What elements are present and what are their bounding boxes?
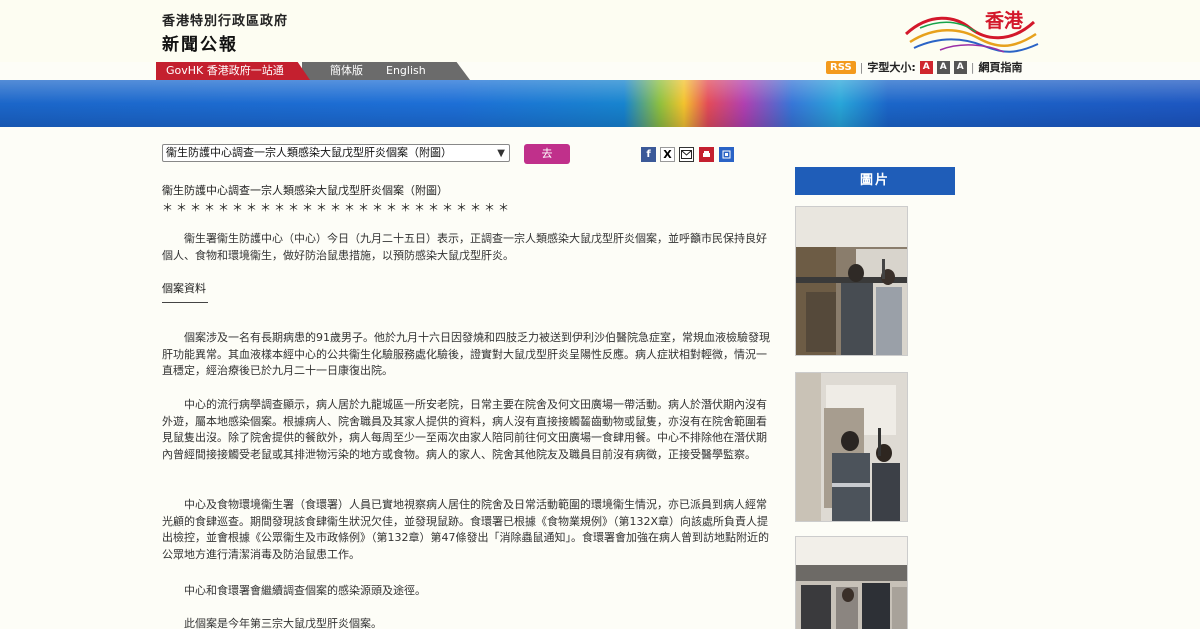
site-guide-link[interactable]: 網頁指南: [979, 59, 1023, 75]
article-paragraph: 此個案是今年第三宗大鼠戊型肝炎個案。: [184, 617, 382, 629]
government-name: 香港特別行政區政府: [162, 14, 289, 29]
tools-divider: |: [970, 60, 975, 74]
font-size-label: 字型大小:: [867, 61, 916, 74]
chevron-down-icon: ▼: [497, 148, 505, 159]
email-share-icon[interactable]: [679, 147, 694, 162]
section-heading-underline: [162, 302, 208, 303]
simplified-chinese-link[interactable]: 簡体版: [330, 62, 363, 80]
article-paragraph: 中心和食環署會繼續調查個案的感染源頭及途徑。: [184, 584, 426, 597]
press-release-select-value: 衞生防護中心調查一宗人類感染大鼠戊型肝炎個案（附圖）: [166, 146, 452, 159]
photo-thumbnail[interactable]: [795, 206, 908, 356]
english-link[interactable]: English: [386, 62, 426, 80]
font-size-small-button[interactable]: A: [919, 60, 933, 74]
section-heading: 個案資料: [162, 282, 206, 295]
rss-link[interactable]: RSS: [826, 60, 856, 74]
go-button[interactable]: 去: [524, 144, 570, 164]
title-divider: ＊＊＊＊＊＊＊＊＊＊＊＊＊＊＊＊＊＊＊＊＊＊＊＊＊: [162, 201, 512, 214]
tools-divider: |: [859, 60, 864, 74]
print-icon[interactable]: [699, 147, 714, 162]
article-paragraph: 中心的流行病學調查顯示，病人居於九龍城區一所安老院，日常主要在院舍及何文田廣場一…: [162, 398, 767, 461]
article-intro: 衞生署衞生防護中心（中心）今日（九月二十五日）表示，正調查一宗人類感染大鼠戊型肝…: [162, 232, 767, 262]
article-paragraph: 中心及食物環境衞生署（食環署）人員已實地視察病人居住的院舍及日常活動範圍的環境衞…: [162, 498, 769, 561]
photo-thumbnail[interactable]: [795, 536, 908, 629]
bookmark-icon[interactable]: [719, 147, 734, 162]
site-header: 香港特別行政區政府 新聞公報 香港: [0, 0, 1200, 62]
press-release-select[interactable]: 衞生防護中心調查一宗人類感染大鼠戊型肝炎個案（附圖） ▼: [162, 144, 510, 162]
photo-section-heading: 圖片: [795, 167, 955, 195]
article-title: 衞生防護中心調查一宗人類感染大鼠戊型肝炎個案（附圖）: [162, 184, 448, 197]
facebook-share-icon[interactable]: f: [641, 147, 656, 162]
photo-thumbnail[interactable]: [795, 372, 908, 522]
font-size-large-button[interactable]: A: [953, 60, 967, 74]
page-tools: RSS | 字型大小: A A A | 網頁指南: [826, 58, 1023, 76]
page: 香港特別行政區政府 新聞公報 香港 GovHK 香港政府一站通 簡体版 Engl…: [0, 0, 1200, 629]
article-paragraph: 個案涉及一名有長期病患的91歲男子。他於九月十六日因發燒和四肢乏力被送到伊利沙伯…: [162, 331, 770, 377]
font-size-medium-button[interactable]: A: [936, 60, 950, 74]
x-share-icon[interactable]: X: [660, 147, 675, 162]
banner-shade: [0, 80, 1200, 127]
site-name[interactable]: 新聞公報: [162, 30, 238, 55]
govhk-link[interactable]: GovHK 香港政府一站通: [156, 62, 310, 80]
logo-text: 香港: [985, 10, 1024, 32]
